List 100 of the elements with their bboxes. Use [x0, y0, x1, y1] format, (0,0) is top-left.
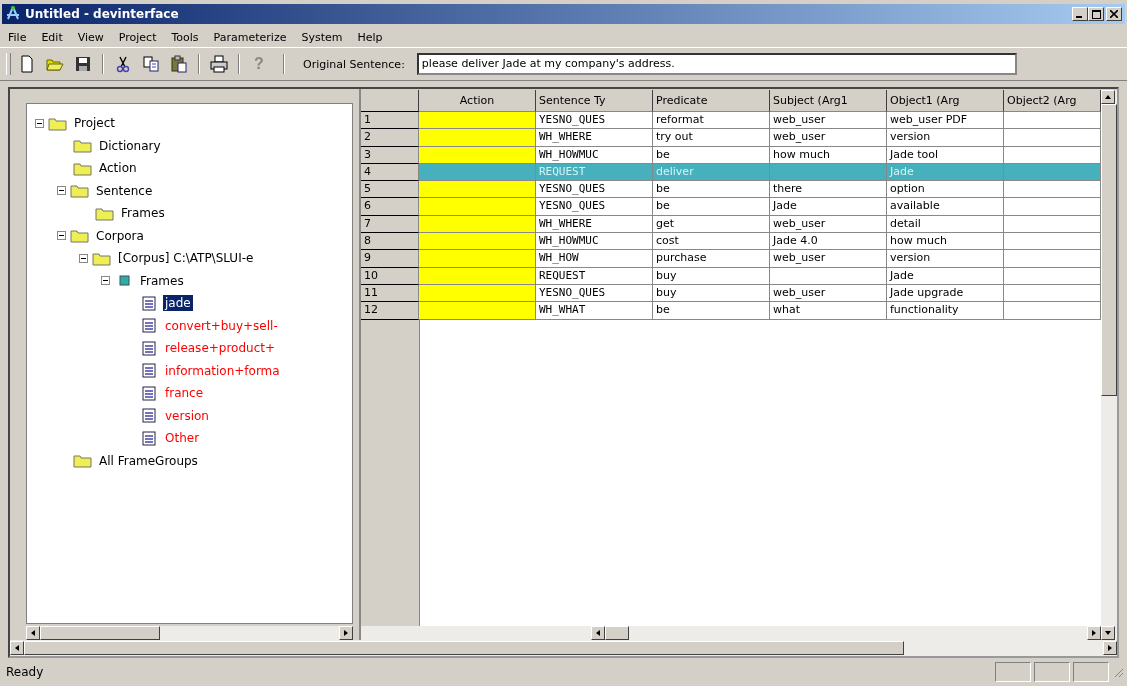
collapse-toggle[interactable] — [57, 186, 66, 196]
menu-item[interactable]: Edit — [40, 31, 64, 44]
table-cell: web_user — [770, 215, 887, 234]
table-cell: Jade — [887, 163, 1004, 182]
tree-item[interactable]: jade — [163, 295, 193, 312]
tree-item[interactable]: france — [163, 385, 206, 402]
horizontal-scrollbar[interactable] — [10, 640, 1117, 656]
table-cell: Jade — [887, 267, 1004, 285]
tree-item[interactable]: Dictionary — [97, 137, 163, 154]
collapse-icon — [35, 118, 44, 128]
menu-item[interactable]: File — [7, 31, 28, 44]
folder-icon — [70, 228, 90, 244]
tree-item[interactable]: convert+buy+sell- — [163, 317, 280, 334]
scroll-right-button[interactable] — [339, 626, 353, 640]
scroll-thumb[interactable] — [605, 626, 629, 640]
folder-icon — [70, 183, 90, 199]
collapse-toggle[interactable] — [79, 253, 88, 263]
tree-item[interactable]: Sentence — [94, 182, 155, 199]
print-button[interactable] — [207, 53, 231, 75]
menu-item[interactable]: Tools — [170, 31, 200, 44]
tree-item[interactable]: [Corpus] C:\ATP\SLUI-e — [116, 250, 256, 267]
tree-item[interactable]: Frames — [119, 205, 167, 222]
table-row[interactable]: 5 YESNO_QUES be there option — [361, 181, 1101, 199]
scroll-left-button[interactable] — [10, 641, 24, 655]
tree-item[interactable]: Other — [163, 430, 202, 447]
table-row[interactable]: 1 YESNO_QUES reformat web_user web_user PDF — [361, 112, 1101, 130]
scroll-thumb[interactable] — [1101, 104, 1117, 396]
menu-item[interactable]: Help — [356, 31, 384, 44]
column-header[interactable]: Sentence Ty — [536, 90, 653, 112]
collapse-toggle[interactable] — [101, 276, 110, 286]
document-icon — [139, 408, 159, 424]
table-row[interactable]: 11 YESNO_QUES buy web_user Jade upgrade — [361, 284, 1101, 303]
menu-item[interactable]: Project — [117, 31, 158, 44]
table-row[interactable]: 7 WH_WHERE get web_user detail — [361, 215, 1101, 234]
horizontal-scrollbar[interactable] — [361, 626, 1101, 640]
table-row[interactable]: 2 WH_WHERE try out web_user version — [361, 129, 1101, 147]
table-row[interactable]: 9 WH_HOW purchase web_user version — [361, 250, 1101, 268]
table-cell: there — [770, 181, 887, 199]
tree-item[interactable]: Corpora — [94, 227, 146, 244]
document-icon — [139, 430, 159, 446]
table-cell: version — [887, 129, 1004, 147]
collapse-icon — [79, 253, 88, 263]
scroll-right-button[interactable] — [1103, 641, 1117, 655]
tree-item[interactable]: release+product+ — [163, 340, 278, 357]
sentence-field[interactable]: please deliver Jade at my company's address. — [416, 53, 1017, 75]
document-icon — [139, 385, 159, 401]
minimize-button[interactable] — [1072, 7, 1088, 21]
table-row[interactable]: 8 WH_HOWMUC cost Jade 4.0 how much — [361, 233, 1101, 251]
table-row[interactable]: 12 WH_WHAT be what functionality — [361, 302, 1101, 320]
column-header[interactable]: Object2 (Arg — [1004, 90, 1101, 112]
scroll-up-button[interactable] — [1101, 90, 1115, 104]
tree-item[interactable]: Project — [72, 115, 118, 132]
new-icon — [18, 55, 36, 73]
table-cell: YESNO_QUES — [536, 181, 653, 199]
scroll-left-button[interactable] — [591, 626, 605, 640]
tree-item[interactable]: information+forma — [163, 362, 282, 379]
collapse-icon — [57, 231, 66, 241]
table-row[interactable]: 10 REQUEST buy Jade — [361, 267, 1101, 285]
cut-icon — [114, 55, 132, 73]
close-button[interactable] — [1106, 7, 1122, 21]
copy-icon — [142, 55, 160, 73]
scroll-down-button[interactable] — [1101, 626, 1115, 640]
app-icon — [5, 6, 21, 22]
tree-item[interactable]: Action — [97, 160, 139, 177]
scroll-thumb[interactable] — [40, 626, 160, 640]
collapse-icon — [101, 276, 110, 286]
column-header[interactable]: Subject (Arg1 — [770, 90, 887, 112]
table-cell: WH_HOWMUC — [536, 146, 653, 164]
horizontal-scrollbar[interactable] — [26, 626, 353, 640]
table-cell: Jade — [770, 198, 887, 216]
table-cell: web_user — [770, 129, 887, 147]
table-cell: WH_HOWMUC — [536, 233, 653, 251]
menu-item[interactable]: View — [76, 31, 105, 44]
scroll-left-button[interactable] — [26, 626, 40, 640]
folder-icon — [92, 250, 112, 266]
tree-item[interactable]: version — [163, 407, 211, 424]
table-cell: cost — [653, 233, 770, 251]
collapse-toggle[interactable] — [57, 231, 66, 241]
sentence-label: Original Sentence: — [303, 57, 405, 71]
scroll-right-button[interactable] — [1087, 626, 1101, 640]
collapse-toggle[interactable] — [35, 118, 44, 128]
scroll-thumb[interactable] — [24, 641, 904, 655]
tree-item[interactable]: All FrameGroups — [97, 452, 200, 469]
status-panel — [1034, 662, 1070, 682]
table-cell: detail — [887, 215, 1004, 234]
column-header[interactable]: Predicate — [653, 90, 770, 112]
folder-icon — [73, 138, 93, 154]
save-icon — [74, 55, 92, 73]
table-cell: purchase — [653, 250, 770, 268]
collapse-icon — [57, 186, 66, 196]
table-row[interactable]: 6 YESNO_QUES be Jade available — [361, 198, 1101, 216]
menu-item[interactable]: System — [300, 31, 344, 44]
resize-grip-icon — [1112, 666, 1124, 678]
tree-item[interactable]: Frames — [138, 272, 186, 289]
column-header[interactable]: Object1 (Arg — [887, 90, 1004, 112]
maximize-button[interactable] — [1088, 7, 1104, 21]
table-row[interactable]: 3 WH_HOWMUC be how much Jade tool — [361, 146, 1101, 164]
column-header[interactable]: Action — [419, 90, 536, 112]
menu-item[interactable]: Parameterize — [212, 31, 288, 44]
vertical-scrollbar[interactable] — [1101, 90, 1117, 640]
